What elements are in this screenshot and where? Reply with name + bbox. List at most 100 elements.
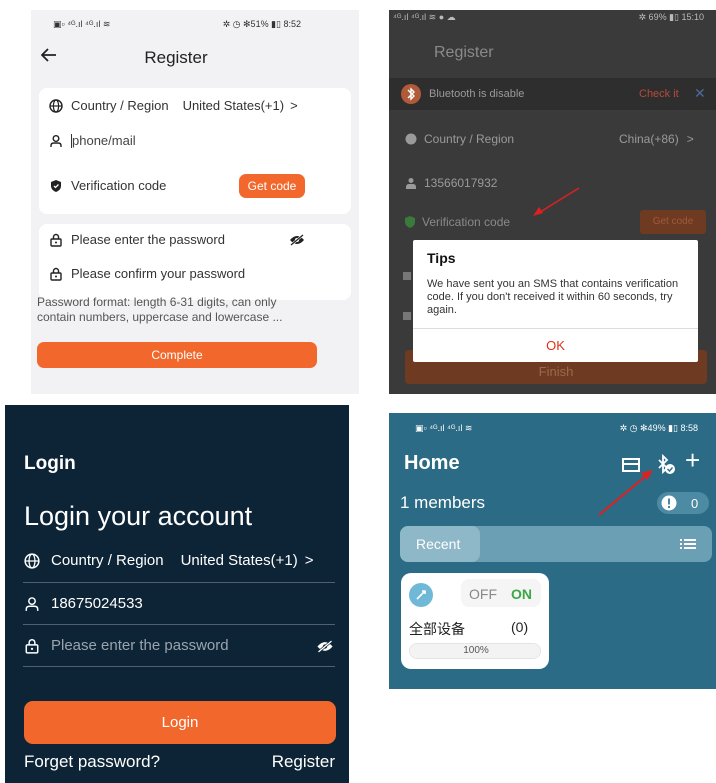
verification-row: Verification code [49, 178, 166, 193]
user-icon [50, 134, 62, 147]
bluetooth-banner: Bluetooth is disable Check it ✕ [389, 78, 716, 110]
on-label[interactable]: ON [511, 586, 532, 602]
tips-dialog: Tips We have sent you an SMS that contai… [413, 240, 698, 362]
dialog-ok-button[interactable]: OK [413, 338, 698, 353]
home-screen: ▣▫ ⁴ᴳ.ıl ⁴ᴳ.ıl ≋ ✲ ◷ ✻49% ▮▯ 8:58 Home +… [389, 413, 716, 689]
off-label[interactable]: OFF [469, 586, 497, 602]
lock-icon [50, 233, 62, 247]
header-title: Login [24, 453, 76, 474]
country-row[interactable]: Country / Region [405, 132, 514, 146]
annotation-arrow [531, 186, 581, 218]
password-input[interactable]: Please enter the password [51, 637, 229, 654]
page-title: Register [144, 48, 208, 67]
status-bar-right: ✲ ◷ ✻51% ▮▯ 8:52 [222, 19, 301, 29]
country-value: United States(+1) [180, 552, 298, 569]
status-bar-left: ▣▫ ⁴ᴳ.ıl ⁴ᴳ.ıl ≋ [53, 19, 111, 29]
chevron-right-icon: > [686, 132, 694, 146]
bluetooth-icon[interactable] [654, 453, 676, 475]
device-count: (0) [511, 619, 529, 635]
eye-off-icon[interactable] [316, 640, 334, 653]
progress-bar: 100% [409, 643, 541, 659]
country-value: China(+86) [619, 132, 679, 146]
register-screen-light: ▣▫ ⁴ᴳ.ıl ⁴ᴳ.ıl ≋ ✲ ◷ ✻51% ▮▯ 8:52 Regist… [31, 10, 359, 394]
country-value: United States(+1) [182, 98, 285, 113]
bluetooth-icon [401, 84, 421, 104]
shield-icon [405, 216, 415, 228]
page-title: Login your account [24, 501, 253, 531]
status-bar-left: ⁴ᴳ.ıl ⁴ᴳ.ıl ≋ ● ☁ [393, 12, 456, 22]
check-it-link[interactable]: Check it [639, 88, 679, 100]
status-bar-left: ▣▫ ⁴ᴳ.ıl ⁴ᴳ.ıl ≋ [415, 423, 473, 433]
password-field[interactable]: Please enter the password [24, 637, 229, 654]
device-name: 全部设备 [409, 621, 465, 637]
alert-badge[interactable]: 0 [657, 492, 709, 514]
phone-field[interactable]: 18675024533 [24, 595, 143, 612]
phone-value[interactable]: 18675024533 [51, 595, 143, 612]
members-count: 1 members [400, 493, 486, 512]
lock-icon [403, 272, 411, 280]
power-toggle[interactable]: OFF ON [461, 579, 541, 607]
login-button[interactable]: Login [24, 701, 336, 744]
add-icon[interactable]: + [685, 447, 700, 473]
phone-input[interactable]: phone/mail [72, 133, 136, 148]
eye-off-icon[interactable] [289, 234, 305, 246]
globe-icon [405, 133, 417, 145]
register-link[interactable]: Register [272, 752, 335, 772]
device-icon [409, 583, 433, 607]
verification-input[interactable]: Verification code [422, 215, 510, 229]
globe-icon [24, 552, 40, 569]
get-code-button[interactable]: Get code [239, 174, 305, 198]
divider [23, 582, 335, 583]
alert-count: 0 [691, 495, 699, 511]
divider [23, 624, 335, 625]
login-screen: Login Login your account Country / Regio… [5, 405, 349, 783]
recent-bar: Recent [400, 526, 712, 562]
close-icon[interactable]: ✕ [694, 85, 706, 102]
lock-icon [25, 638, 39, 654]
register-screen-with-dialog: ⁴ᴳ.ıl ⁴ᴳ.ıl ≋ ● ☁ ✲ 69% ▮▯ 15:10 Registe… [389, 10, 716, 394]
page-title: Register [434, 44, 494, 61]
complete-button[interactable]: Complete [37, 342, 317, 368]
phone-field[interactable]: phone/mail [49, 133, 136, 148]
forget-password-link[interactable]: Forget password? [24, 752, 160, 772]
divider [23, 666, 335, 667]
account-card: Country / Region United States(+1) > pho… [39, 88, 351, 214]
user-icon [406, 178, 416, 189]
lock-icon [403, 312, 411, 320]
country-label: Country / Region [51, 552, 164, 569]
alert-icon [661, 495, 677, 511]
chevron-right-icon: > [290, 98, 298, 113]
shield-icon [51, 179, 61, 192]
recent-label: Recent [416, 536, 461, 552]
globe-icon [49, 98, 63, 113]
list-icon[interactable] [680, 538, 696, 550]
password-card: Please enter the password Please confirm… [39, 224, 351, 300]
password-input[interactable]: Please enter the password [71, 232, 225, 247]
confirm-password-input[interactable]: Please confirm your password [71, 266, 245, 281]
country-label: Country / Region [424, 132, 515, 146]
country-label: Country / Region [71, 98, 169, 113]
country-row[interactable]: Country / Region United States(+1) > [24, 552, 313, 569]
dialog-message: We have sent you an SMS that contains ve… [427, 278, 679, 316]
chevron-right-icon: > [304, 552, 314, 569]
password-field[interactable]: Please enter the password [49, 232, 225, 247]
progress-text: 100% [463, 645, 489, 656]
device-card[interactable]: OFF ON 全部设备 (0) 100% [401, 573, 549, 669]
annotation-arrow [597, 467, 657, 517]
dialog-title: Tips [427, 250, 456, 266]
verification-input[interactable]: Verification code [71, 178, 166, 193]
page-title: Home [404, 452, 460, 474]
get-code-button[interactable]: Get code [640, 210, 706, 234]
lock-icon [50, 267, 62, 281]
status-bar-right: ✲ 69% ▮▯ 15:10 [638, 12, 704, 22]
phone-field[interactable]: 13566017932 [405, 176, 497, 190]
phone-value[interactable]: 13566017932 [424, 176, 497, 190]
password-hint: Password format: length 6-31 digits, can… [37, 295, 283, 324]
verification-row[interactable]: Verification code [405, 215, 510, 229]
country-value-group[interactable]: China(+86) > [619, 132, 694, 146]
confirm-password-field[interactable]: Please confirm your password [49, 266, 245, 281]
country-row[interactable]: Country / Region United States(+1) > [49, 98, 298, 113]
user-icon [25, 596, 39, 611]
bluetooth-text: Bluetooth is disable [429, 88, 525, 100]
status-bar-right: ✲ ◷ ✻49% ▮▯ 8:58 [619, 423, 698, 433]
